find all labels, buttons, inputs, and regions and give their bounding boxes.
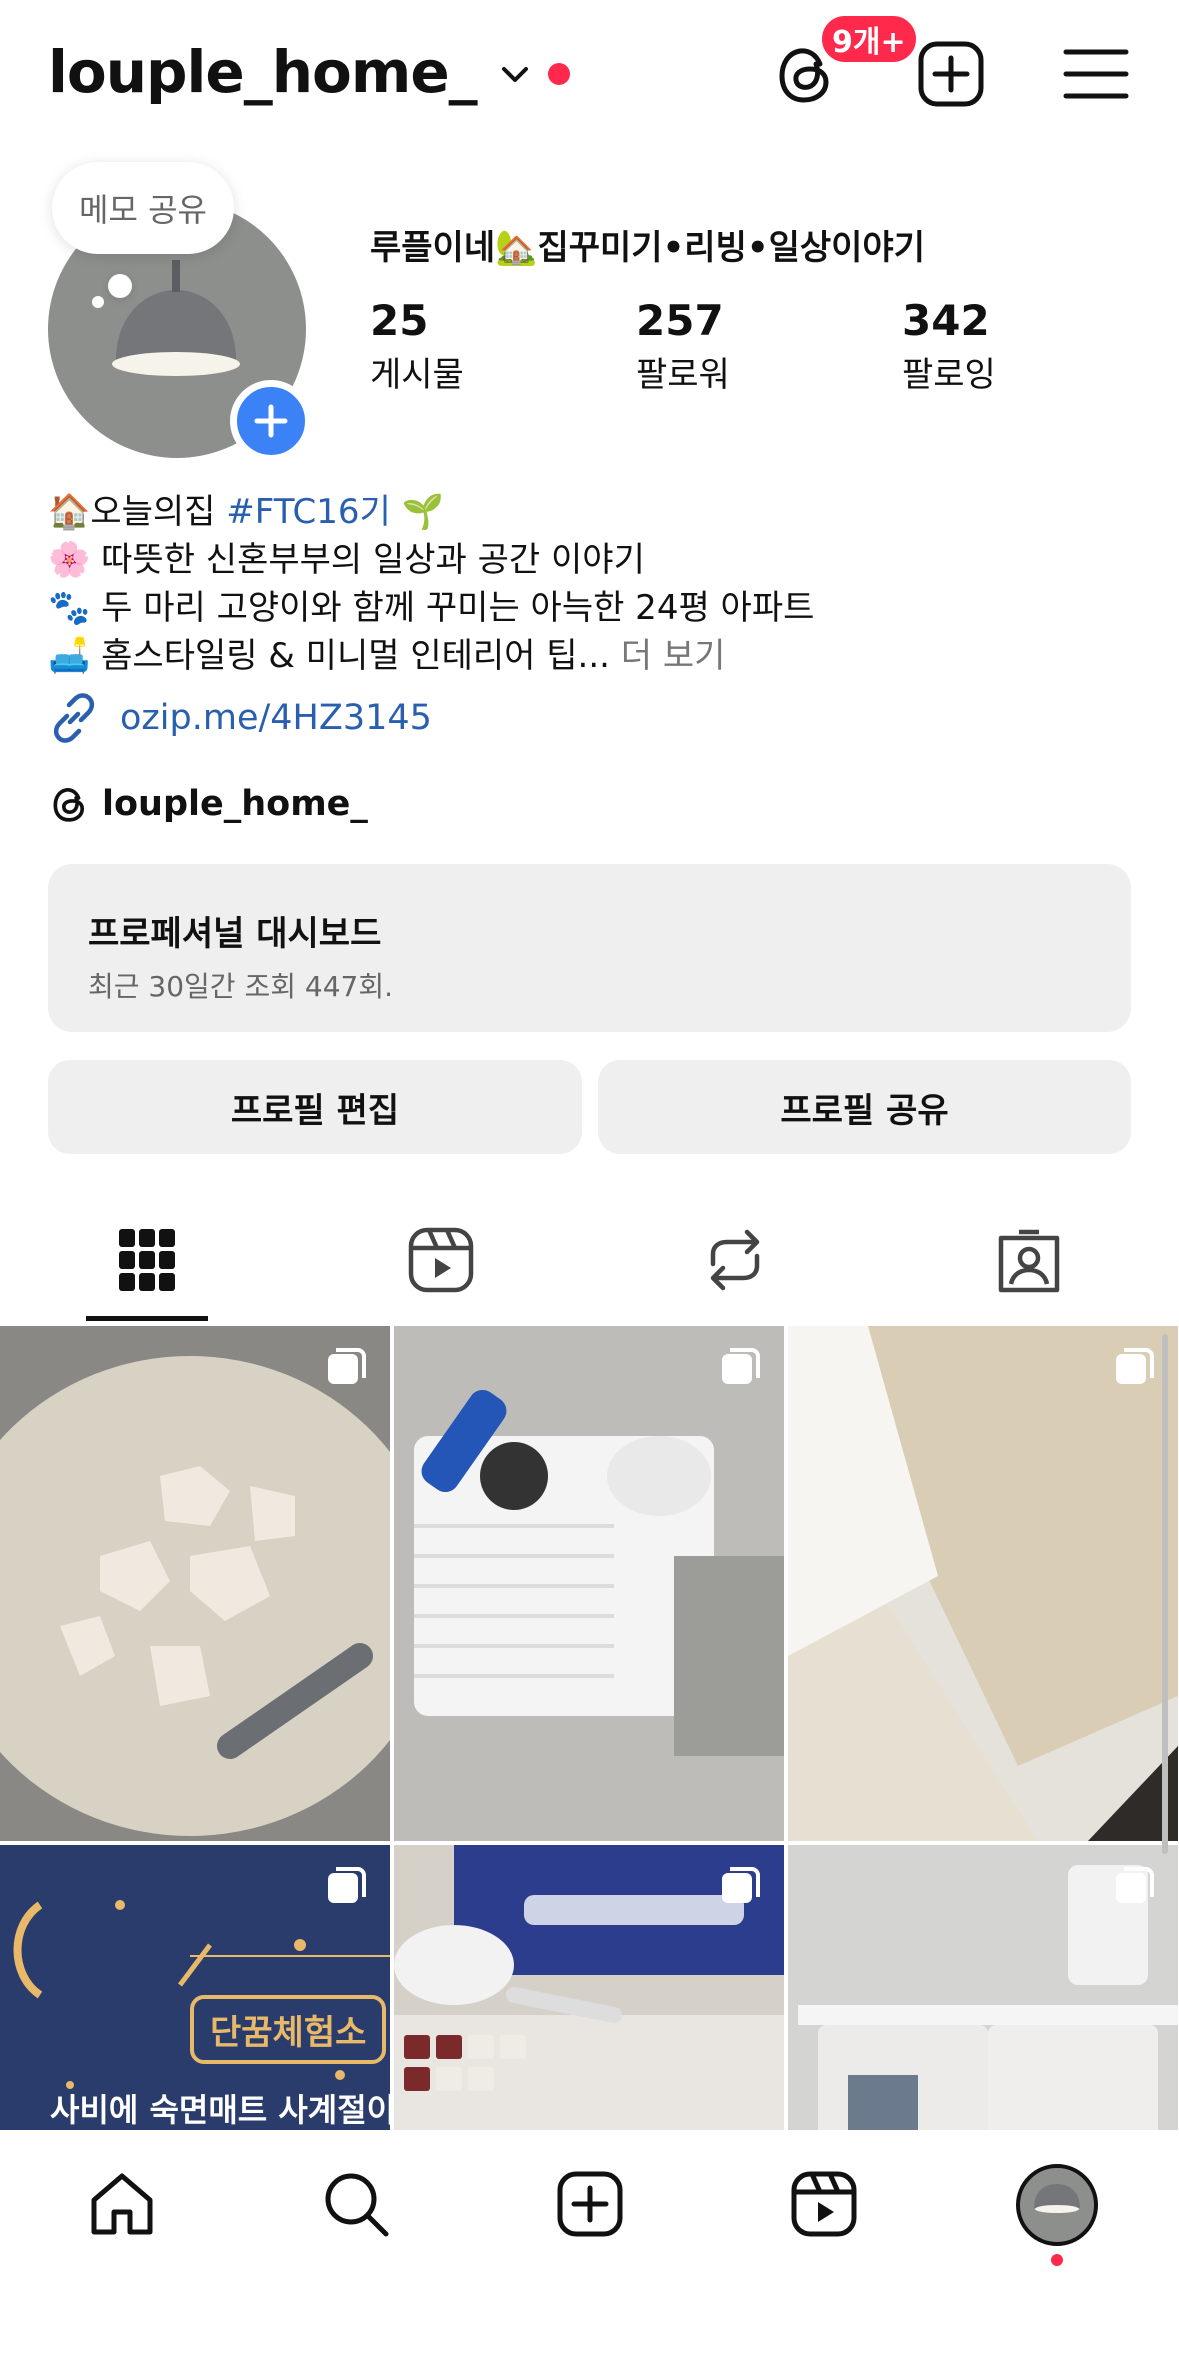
stat-label: 게시물 (370, 355, 464, 395)
tab-reels[interactable] (396, 1222, 486, 1298)
box-title: 단꿈체험소 (190, 1995, 387, 2064)
bio-line-3: 🐾 두 마리 고양이와 함께 꾸미는 아늑한 24평 아파트 (48, 588, 815, 628)
box-line: 사비에 숙면매트 사계절이 (50, 2091, 390, 2129)
hashtag-link[interactable]: #FTC16기 (226, 492, 391, 532)
post-chicken-soup[interactable] (0, 1326, 390, 1841)
bio: 🏠오늘의집 #FTC16기 🌱 🌸 따뜻한 신혼부부의 일상과 공간 이야기 🐾… (48, 488, 814, 680)
reposts-icon (710, 1229, 760, 1291)
share-profile-button[interactable]: 프로필 공유 (598, 1060, 1131, 1154)
nav-profile-avatar[interactable] (1016, 2164, 1098, 2246)
tab-tagged[interactable] (984, 1222, 1074, 1298)
chevron-down-icon[interactable] (498, 58, 532, 92)
active-tab-indicator (86, 1316, 208, 1321)
see-more-link[interactable]: 더 보기 (610, 636, 726, 676)
threads-small-icon (53, 788, 85, 822)
post-mattress-topper[interactable] (788, 1326, 1178, 1841)
multiple-images-icon (328, 1348, 366, 1384)
post-dehumidifier[interactable] (394, 1326, 784, 1841)
stat-value: 257 (636, 296, 724, 345)
stat-following[interactable]: 342 팔로잉 (902, 296, 996, 396)
multiple-images-icon (1116, 1867, 1154, 1903)
display-name: 루플이네🏡집꾸미기•리빙•일상이야기 (370, 228, 925, 268)
professional-dashboard-card[interactable]: 프로페셔널 대시보드 최근 30일간 조회 447회. (48, 864, 1131, 1032)
note-bubble-tail-small (92, 296, 104, 308)
stat-value: 342 (902, 296, 990, 345)
bio-line-4: 🛋️ 홈스타일링 & 미니멀 인테리어 팁... 더 보기 (48, 636, 726, 676)
nav-home[interactable] (84, 2166, 160, 2242)
multiple-images-icon (722, 1867, 760, 1903)
threads-handle: louple_home_ (102, 784, 368, 824)
multiple-images-icon (1116, 1348, 1154, 1384)
menu-icon[interactable] (1060, 38, 1132, 110)
grid-icon (119, 1229, 175, 1291)
nav-search[interactable] (318, 2166, 394, 2242)
post-sleep-experience-box[interactable]: 단꿈체험소 사비에 숙면매트 사계절이 (0, 1845, 390, 2130)
add-post-icon[interactable] (915, 38, 987, 110)
post-desk-setup[interactable] (394, 1845, 784, 2130)
stat-label: 팔로워 (636, 355, 730, 395)
plus-icon (254, 404, 288, 438)
reels-icon (408, 1227, 474, 1293)
bio-line-2: 🌸 따뜻한 신혼부부의 일상과 공간 이야기 (48, 540, 645, 580)
post-image (394, 1326, 784, 1841)
tagged-icon (998, 1229, 1060, 1293)
reels-icon (791, 2171, 857, 2237)
scrollbar[interactable] (1162, 1334, 1168, 1854)
username-title[interactable]: louple_home_ (48, 38, 478, 106)
nav-reels[interactable] (786, 2166, 862, 2242)
search-icon (325, 2173, 389, 2237)
top-bar: louple_home_ 9개+ (0, 0, 1179, 150)
edit-profile-button[interactable]: 프로필 편집 (48, 1060, 582, 1154)
link-text: ozip.me/4HZ3145 (120, 698, 432, 738)
post-image (788, 1326, 1178, 1841)
link-icon (53, 693, 95, 743)
note-bubble[interactable]: 메모 공유 (52, 162, 234, 254)
nav-create[interactable] (552, 2166, 628, 2242)
stat-label: 팔로잉 (902, 355, 996, 395)
notification-dot (548, 63, 570, 85)
create-icon (557, 2171, 623, 2237)
threads-badge: 9개+ (818, 12, 920, 66)
profile-link[interactable]: ozip.me/4HZ3145 (48, 692, 432, 744)
tab-reposts[interactable] (690, 1222, 780, 1298)
notification-dot (1051, 2254, 1063, 2266)
posts-grid: 단꿈체험소 사비에 숙면매트 사계절이 (0, 1326, 1179, 2130)
dashboard-subtitle: 최근 30일간 조회 447회. (88, 970, 393, 1003)
post-image (0, 1326, 390, 1841)
add-story-button[interactable] (230, 380, 312, 462)
multiple-images-icon (722, 1348, 760, 1384)
multiple-images-icon (328, 1867, 366, 1903)
note-bubble-tail (108, 274, 132, 298)
stat-posts[interactable]: 25 게시물 (370, 296, 464, 396)
stat-followers[interactable]: 257 팔로워 (636, 296, 730, 396)
stat-value: 25 (370, 296, 429, 345)
bio-line-1: 🏠오늘의집 #FTC16기 🌱 (48, 492, 444, 532)
threads-profile-link[interactable]: louple_home_ (48, 782, 368, 826)
post-storage-bins[interactable] (788, 1845, 1178, 2130)
tab-posts-grid[interactable] (102, 1222, 192, 1298)
dashboard-title: 프로페셔널 대시보드 (88, 914, 382, 954)
home-icon (91, 2173, 153, 2235)
lamp-image (1034, 2184, 1080, 2213)
